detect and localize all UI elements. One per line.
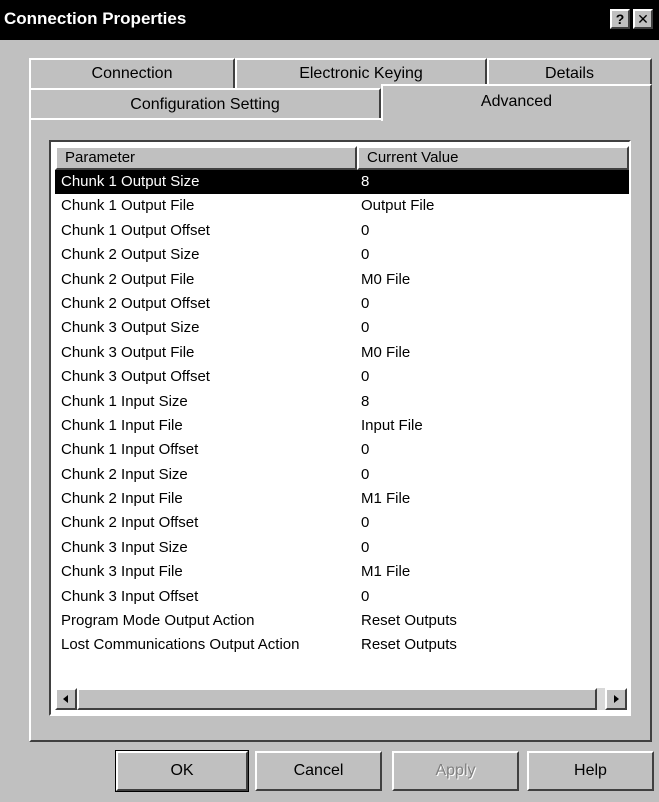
table-row[interactable]: Chunk 3 Input Offset 0 [55, 585, 629, 609]
parameter-cell: Chunk 2 Output Size [61, 246, 200, 264]
value-cell: 0 [361, 587, 370, 605]
parameter-cell: Chunk 3 Output Offset [61, 368, 210, 386]
value-cell: M1 File [361, 563, 411, 581]
value-cell: Output File [361, 197, 435, 215]
parameter-cell: Chunk 3 Input Offset [61, 587, 199, 605]
parameter-cell: Chunk 2 Output Offset [61, 294, 210, 312]
value-cell: 0 [361, 294, 370, 312]
value-cell: 0 [361, 441, 370, 459]
help-title-button[interactable]: ? [610, 9, 630, 29]
table-row[interactable]: Chunk 2 Output File M0 File [55, 268, 629, 292]
table-row[interactable]: Chunk 3 Output Size 0 [55, 316, 629, 340]
value-cell: Input File [361, 416, 423, 434]
table-row[interactable]: Chunk 2 Output Size 0 [55, 243, 629, 267]
table-row[interactable]: Chunk 1 Input File Input File [55, 414, 629, 438]
scroll-thumb[interactable] [77, 688, 597, 710]
table-row[interactable]: Chunk 1 Output Size 8 [55, 170, 629, 195]
table-row[interactable]: Chunk 2 Input Size 0 [55, 463, 629, 487]
value-cell: 0 [361, 538, 370, 556]
parameter-list[interactable]: Parameter Current Value Chunk 1 Output S… [49, 140, 631, 716]
parameter-cell: Chunk 2 Output File [61, 270, 195, 288]
parameter-cell: Chunk 3 Output Size [61, 319, 200, 337]
table-row[interactable]: Chunk 1 Input Size 8 [55, 390, 629, 414]
value-cell: M0 File [361, 270, 411, 288]
table-row[interactable]: Chunk 1 Input Offset 0 [55, 438, 629, 462]
tab-connection[interactable]: Connection [29, 58, 235, 88]
parameter-cell: Chunk 3 Input File [61, 563, 183, 581]
parameter-cell: Chunk 1 Input Offset [61, 441, 199, 459]
table-row[interactable]: Chunk 2 Output Offset 0 [55, 292, 629, 316]
value-cell: Reset Outputs [361, 612, 457, 630]
parameter-cell: Chunk 1 Output Size [61, 173, 200, 190]
value-cell: M0 File [361, 343, 411, 361]
arrow-right-icon [614, 695, 619, 703]
close-icon[interactable]: ✕ [633, 9, 653, 29]
parameter-cell: Chunk 2 Input Size [61, 465, 188, 483]
value-cell: 0 [361, 221, 370, 239]
table-row[interactable]: Chunk 3 Output File M0 File [55, 341, 629, 365]
scroll-left-button[interactable] [55, 688, 77, 710]
parameter-cell: Lost Communications Output Action [61, 636, 300, 654]
parameter-cell: Chunk 1 Input File [61, 416, 183, 434]
apply-button[interactable]: Apply [392, 751, 519, 791]
value-cell: 0 [361, 246, 370, 264]
parameter-cell: Chunk 2 Input File [61, 490, 183, 508]
title-bar: Connection Properties ? ✕ [0, 0, 659, 40]
parameter-cell: Chunk 1 Input Size [61, 392, 188, 410]
tab-configuration-setting[interactable]: Configuration Setting [29, 88, 381, 119]
parameter-cell: Chunk 1 Output File [61, 197, 195, 215]
scroll-right-button[interactable] [605, 688, 627, 710]
value-cell: M1 File [361, 490, 411, 508]
value-cell: 0 [361, 319, 370, 337]
table-row[interactable]: Chunk 1 Output File Output File [55, 194, 629, 218]
value-cell: 8 [361, 392, 370, 410]
table-row[interactable]: Chunk 2 Input Offset 0 [55, 511, 629, 535]
value-cell: Reset Outputs [361, 636, 457, 654]
ok-button[interactable]: OK [115, 750, 249, 792]
horizontal-scrollbar[interactable] [55, 688, 627, 710]
table-row[interactable]: Chunk 3 Output Offset 0 [55, 365, 629, 389]
parameter-cell: Chunk 1 Output Offset [61, 221, 210, 239]
arrow-left-icon [63, 695, 68, 703]
value-cell: 0 [361, 465, 370, 483]
table-row[interactable]: Chunk 2 Input File M1 File [55, 487, 629, 511]
parameter-cell: Chunk 3 Output File [61, 343, 195, 361]
parameter-cell: Chunk 2 Input Offset [61, 514, 199, 532]
parameter-cell: Program Mode Output Action [61, 612, 255, 630]
table-row[interactable]: Chunk 3 Input Size 0 [55, 536, 629, 560]
value-cell: 0 [361, 368, 370, 386]
window-title: Connection Properties [4, 9, 187, 28]
value-cell: 0 [361, 514, 370, 532]
table-row[interactable]: Chunk 3 Input File M1 File [55, 560, 629, 584]
table-row[interactable]: Lost Communications Output Action Reset O… [55, 633, 629, 657]
help-button[interactable]: Help [527, 751, 654, 791]
tab-advanced[interactable]: Advanced [381, 84, 652, 121]
cancel-button[interactable]: Cancel [255, 751, 382, 791]
list-rows: Chunk 1 Output Size 8 Chunk 1 Output File O… [55, 170, 629, 658]
table-row[interactable]: Chunk 1 Output Offset 0 [55, 219, 629, 243]
value-cell: 8 [361, 173, 370, 190]
parameter-cell: Chunk 3 Input Size [61, 538, 188, 556]
table-row[interactable]: Program Mode Output Action Reset Outputs [55, 609, 629, 633]
column-header-parameter[interactable]: Parameter [55, 146, 357, 170]
column-header-current-value[interactable]: Current Value [357, 146, 629, 170]
